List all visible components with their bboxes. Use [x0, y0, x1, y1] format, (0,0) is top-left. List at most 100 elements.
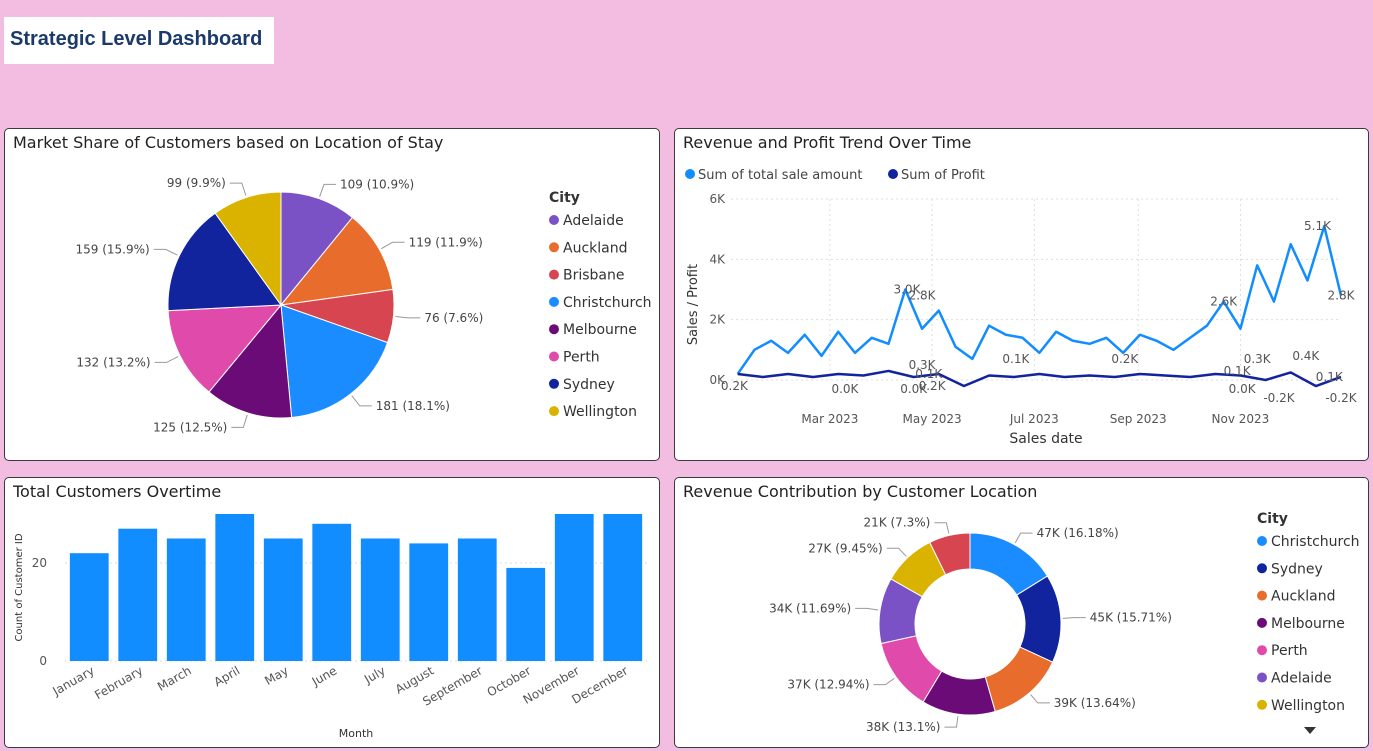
line-data-label: 0.3K: [1244, 352, 1272, 366]
bar-january[interactable]: [69, 553, 109, 661]
donut-legend-item: Adelaide: [1271, 671, 1332, 687]
bar-june[interactable]: [312, 523, 352, 661]
legend-scroll-down-icon[interactable]: [1304, 727, 1316, 734]
line-x-tick-label: Jul 2023: [1009, 412, 1059, 426]
pie-legend-marker: [549, 406, 559, 417]
total-customers-panel[interactable]: Total Customers Overtime 0 20 January Febru…: [4, 477, 660, 748]
bar-december[interactable]: [603, 514, 643, 661]
bar-x-tick-label: January: [49, 663, 96, 698]
donut-data-label: 45K (15.71%): [1090, 611, 1172, 625]
donut-legend-title: City: [1257, 511, 1288, 527]
donut-leader-line: [1062, 617, 1086, 619]
pie-legend-item: Sydney: [563, 377, 615, 393]
donut-data-label: 37K (12.94%): [787, 678, 869, 692]
market-share-panel[interactable]: Market Share of Customers based on Locat…: [4, 128, 660, 461]
pie-legend-item: Adelaide: [563, 213, 624, 229]
line-x-tick-label: Mar 2023: [801, 412, 858, 426]
pie-legend-title: City: [549, 190, 580, 206]
pie-data-label: 76 (7.6%): [424, 311, 483, 325]
bar-march[interactable]: [166, 538, 206, 662]
line-y-tick-label: 2K: [709, 313, 726, 327]
line-data-label: 0.2K: [919, 379, 947, 393]
dashboard-title: Strategic Level Dashboard: [10, 28, 263, 50]
pie-legend-marker: [549, 296, 559, 307]
donut-leader-line: [944, 716, 959, 728]
line-data-label: 0.4K: [1292, 349, 1320, 363]
pie-leader-line: [154, 356, 179, 363]
donut-leader-line: [855, 607, 879, 611]
bar-may[interactable]: [263, 538, 303, 662]
pie-legend-item: Wellington: [563, 404, 637, 420]
bar-y-tick-label: 0: [39, 654, 47, 668]
donut-leader-line: [1030, 694, 1050, 704]
pie-leader-line: [153, 248, 178, 256]
pie-legend-item: Melbourne: [563, 322, 637, 338]
line-data-label: 0.1K: [1224, 364, 1252, 378]
line-y-tick-label: 4K: [709, 252, 726, 266]
donut-legend-marker: [1257, 563, 1267, 574]
revenue-contribution-panel[interactable]: Revenue Contribution by Customer Locatio…: [674, 477, 1369, 748]
total-customers-bar-chart[interactable]: 020JanuaryFebruary March April May June July A…: [5, 478, 659, 747]
bar-february[interactable]: [118, 528, 158, 661]
bar-y-tick-label: 20: [32, 556, 47, 570]
pie-data-label: 159 (15.9%): [75, 242, 149, 256]
donut-legend-marker: [1257, 590, 1267, 601]
bar-july[interactable]: [360, 538, 400, 662]
line-y-tick-label: 6K: [709, 192, 726, 206]
bar-october[interactable]: [506, 567, 546, 661]
line-data-label: 5.1K: [1304, 219, 1332, 233]
revenue-profit-panel[interactable]: Revenue and Profit Trend Over Time Sum o…: [674, 128, 1369, 461]
bar-x-tick-label: June: [309, 663, 340, 689]
revenue-contribution-donut-chart[interactable]: 47K (16.18%) 45K (15.71%) 39K (13.64%) 38K …: [675, 478, 1368, 747]
line-data-label: 0.0K: [1229, 382, 1257, 396]
line-x-tick-label: Nov 2023: [1212, 412, 1270, 426]
bar-november[interactable]: [554, 514, 594, 661]
pie-data-label: 99 (9.9%): [167, 176, 226, 190]
donut-leader-line: [873, 677, 895, 686]
pie-leader-line: [319, 183, 336, 197]
pie-legend-marker: [549, 215, 559, 225]
bar-x-tick-label: December: [569, 663, 630, 706]
line-data-label: 0.2K: [721, 379, 749, 393]
pie-legend-item: Perth: [563, 350, 600, 366]
line-x-tick-label: May 2023: [903, 412, 962, 426]
bar-august[interactable]: [409, 543, 449, 661]
donut-data-label: 21K (7.3%): [864, 516, 931, 530]
line-x-axis-title: Sales date: [1009, 431, 1082, 447]
bar-september[interactable]: [457, 538, 497, 662]
line-data-label: 0.1K: [1316, 370, 1344, 384]
donut-legend-marker: [1257, 617, 1267, 628]
donut-legend-marker: [1257, 699, 1267, 710]
donut-leader-line: [1014, 532, 1033, 543]
revenue-profit-line-chart[interactable]: Sum of total sale amount Sum of Profit0K2…: [675, 129, 1368, 460]
pie-legend-marker: [549, 351, 559, 362]
pie-leader-line: [231, 414, 248, 428]
pie-leader-line: [351, 395, 372, 407]
bar-x-tick-label: April: [211, 663, 242, 689]
pie-data-label: 125 (12.5%): [153, 420, 227, 434]
line-data-label: 0.2K: [1111, 352, 1139, 366]
line-data-label: 2.8K: [909, 289, 937, 303]
line-data-label: -0.2K: [1325, 391, 1357, 405]
donut-data-label: 39K (13.64%): [1054, 696, 1136, 710]
line-data-label: 0.0K: [831, 382, 859, 396]
pie-leader-line: [381, 241, 405, 250]
bar-x-tick-label: March: [155, 663, 194, 693]
pie-leader-line: [395, 316, 421, 319]
line-legend-item: Sum of Profit: [901, 168, 985, 183]
donut-legend-item: Auckland: [1271, 589, 1335, 605]
bar-x-axis-title: Month: [339, 727, 374, 740]
pie-legend-item: Auckland: [563, 240, 627, 256]
donut-legend-item: Wellington: [1271, 698, 1345, 714]
pie-data-label: 109 (10.9%): [340, 177, 414, 191]
pie-legend-marker: [549, 378, 559, 389]
pie-legend-item: Brisbane: [563, 268, 625, 284]
bar-april[interactable]: [215, 514, 255, 661]
donut-legend-marker: [1257, 672, 1267, 683]
market-share-pie-chart[interactable]: 109 (10.9%) 119 (11.9%) 76 (7.6%) 181 (18.1…: [5, 129, 659, 460]
line-legend-marker: [685, 169, 695, 179]
pie-legend-marker: [549, 324, 559, 335]
pie-data-label: 119 (11.9%): [409, 235, 483, 249]
pie-leader-line: [229, 182, 247, 196]
bar-x-tick-label: February: [92, 663, 145, 702]
